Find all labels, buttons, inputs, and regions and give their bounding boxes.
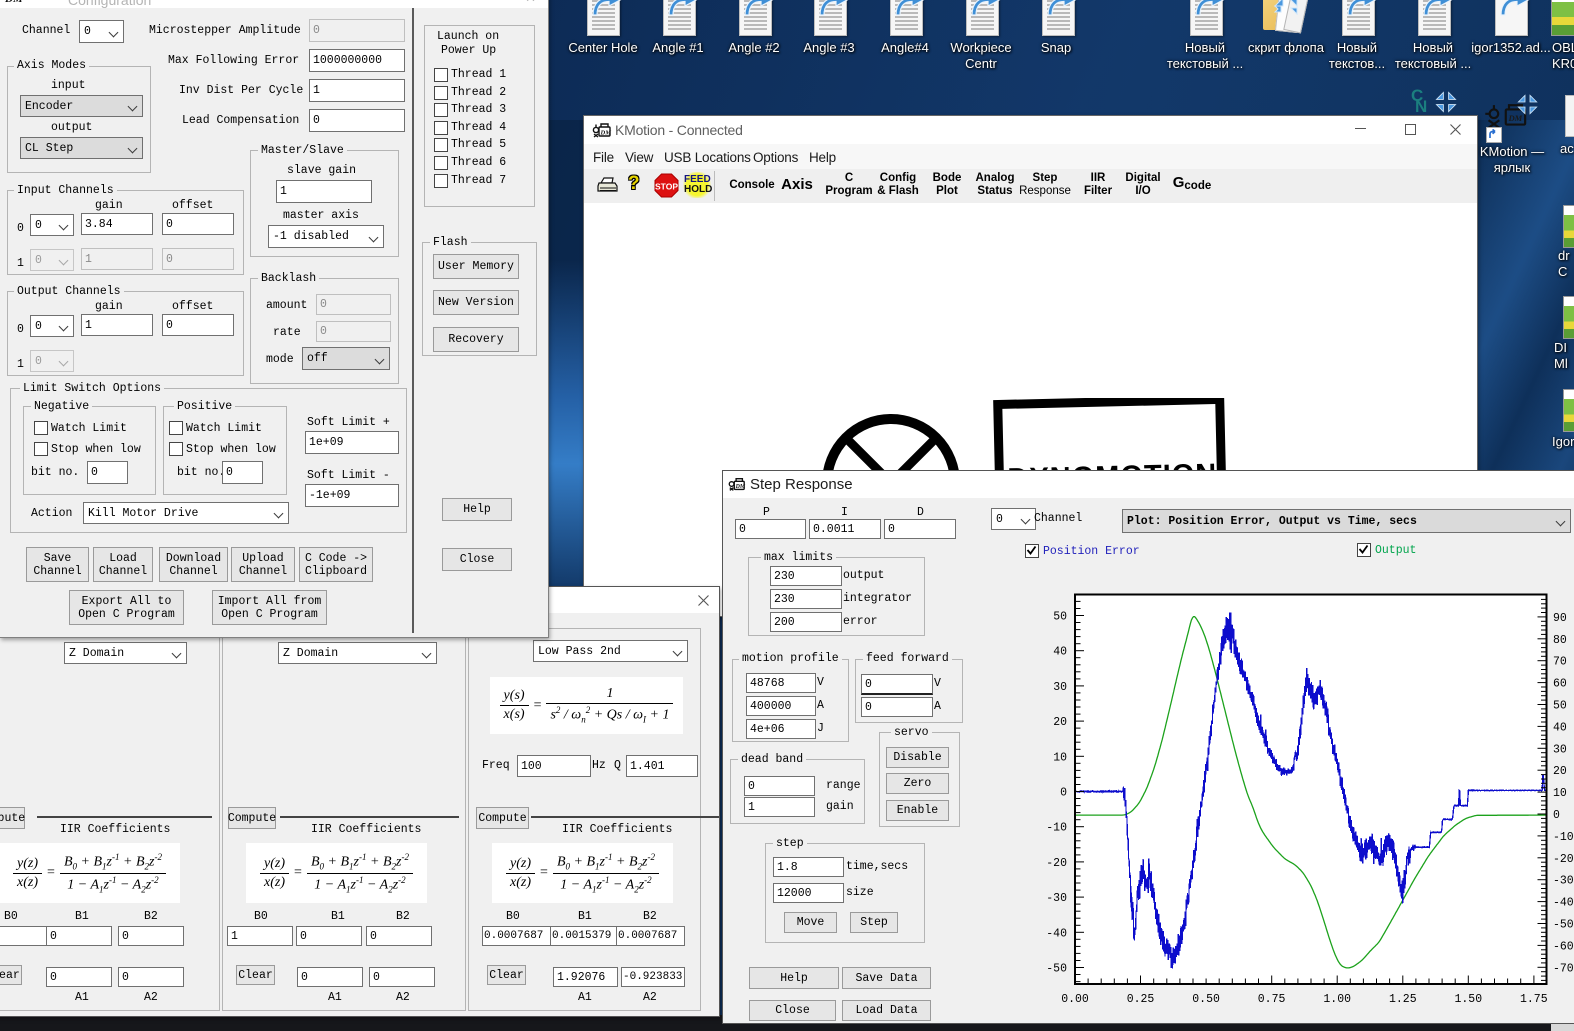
svg-text:70: 70 <box>1553 656 1567 669</box>
svg-text:0.25: 0.25 <box>1127 993 1155 1006</box>
svg-text:40: 40 <box>1553 721 1567 734</box>
svg-text:30: 30 <box>1053 681 1067 694</box>
svg-text:0: 0 <box>1060 787 1067 800</box>
svg-text:-70: -70 <box>1553 962 1574 975</box>
svg-text:20: 20 <box>1553 765 1567 778</box>
svg-text:0.50: 0.50 <box>1192 993 1220 1006</box>
svg-text:0.00: 0.00 <box>1061 993 1089 1006</box>
svg-text:-10: -10 <box>1046 822 1067 835</box>
svg-text:40: 40 <box>1053 646 1067 659</box>
svg-text:90: 90 <box>1553 612 1567 625</box>
svg-text:1.50: 1.50 <box>1454 993 1482 1006</box>
svg-text:-30: -30 <box>1553 875 1574 888</box>
svg-text:30: 30 <box>1553 743 1567 756</box>
svg-text:60: 60 <box>1553 678 1567 691</box>
svg-text:1.75: 1.75 <box>1520 993 1548 1006</box>
svg-text:-60: -60 <box>1553 940 1574 953</box>
svg-text:80: 80 <box>1553 634 1567 647</box>
svg-text:10: 10 <box>1553 787 1567 800</box>
svg-text:DM: DM <box>600 130 612 137</box>
svg-text:DM: DM <box>735 484 746 490</box>
svg-text:50: 50 <box>1553 700 1567 713</box>
svg-text:0: 0 <box>1553 809 1560 822</box>
svg-text:-10: -10 <box>1553 831 1574 844</box>
svg-text:50: 50 <box>1053 611 1067 624</box>
svg-text:-40: -40 <box>1046 927 1067 940</box>
svg-text:20: 20 <box>1053 716 1067 729</box>
svg-text:1.25: 1.25 <box>1389 993 1417 1006</box>
svg-text:-40: -40 <box>1553 897 1574 910</box>
svg-text:0.75: 0.75 <box>1258 993 1286 1006</box>
svg-text:-50: -50 <box>1553 919 1574 932</box>
svg-text:-20: -20 <box>1046 857 1067 870</box>
svg-text:1.00: 1.00 <box>1323 993 1351 1006</box>
svg-text:-20: -20 <box>1553 853 1574 866</box>
svg-text:-30: -30 <box>1046 892 1067 905</box>
svg-text:-50: -50 <box>1046 963 1067 976</box>
svg-text:10: 10 <box>1053 751 1067 764</box>
